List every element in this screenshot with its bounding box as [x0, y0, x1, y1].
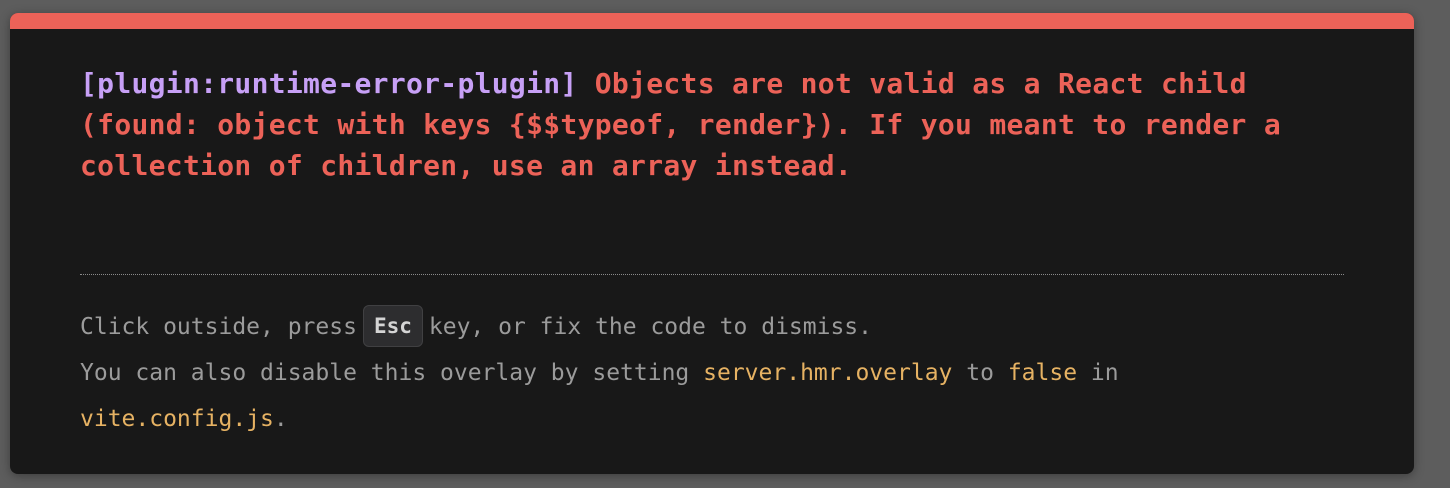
error-overlay-panel: [plugin:runtime-error-plugin] Objects ar… — [10, 13, 1414, 474]
setting-name: server.hmr.overlay — [703, 360, 953, 386]
tip-line-2: You can also disable this overlay by set… — [80, 350, 1350, 396]
tip-line-3: vite.config.js. — [80, 396, 1350, 442]
tip-text: key, or fix the code to dismiss. — [428, 314, 872, 340]
tip-text: You can also disable this overlay by set… — [80, 360, 690, 386]
esc-key-hint: Esc — [362, 304, 423, 347]
dismiss-tip: Click outside, press Esc key, or fix the c… — [80, 304, 1350, 442]
tip-text: to — [966, 360, 994, 386]
config-file-name: vite.config.js — [80, 406, 274, 432]
divider — [80, 274, 1344, 275]
setting-value: false — [1007, 360, 1078, 386]
error-message: [plugin:runtime-error-plugin] Objects ar… — [80, 63, 1340, 186]
plugin-label: [plugin:runtime-error-plugin] — [80, 67, 578, 100]
tip-text: . — [273, 406, 288, 432]
tip-text: Click outside, press — [80, 314, 357, 340]
tip-text: in — [1090, 360, 1119, 386]
error-accent-bar — [10, 13, 1414, 29]
tip-line-1: Click outside, press Esc key, or fix the c… — [80, 304, 1350, 350]
